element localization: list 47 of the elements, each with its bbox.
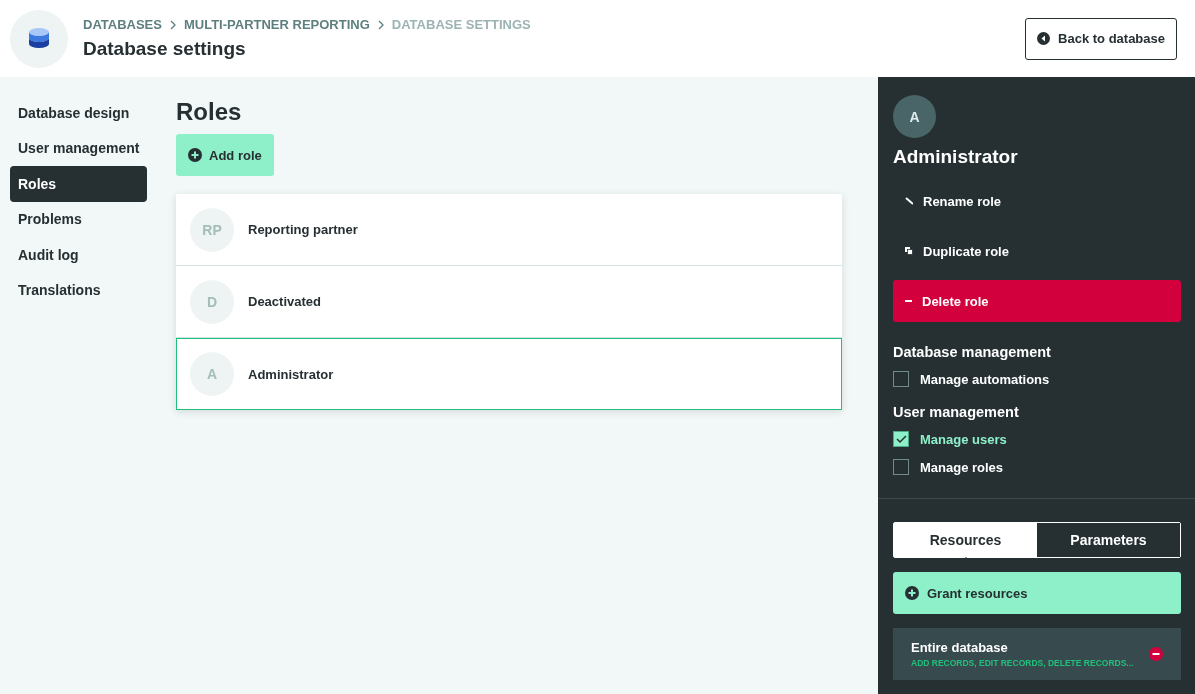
copy-icon xyxy=(905,247,913,255)
role-name: Deactivated xyxy=(248,294,321,309)
checkbox[interactable] xyxy=(893,459,909,475)
role-avatar: RP xyxy=(190,207,234,252)
resource-name: Entire database xyxy=(911,640,1009,655)
nav-item[interactable]: Problems xyxy=(10,201,147,237)
role-avatar: A xyxy=(190,352,234,396)
checkbox[interactable] xyxy=(893,371,909,387)
role-row[interactable]: RP Reporting partner xyxy=(176,194,842,266)
add-role-button[interactable]: Add role xyxy=(176,134,274,176)
checkbox-label: Manage roles xyxy=(920,459,1004,475)
delete-button[interactable]: Delete role xyxy=(893,280,1181,322)
role-row[interactable]: A Administrator xyxy=(176,338,842,410)
grant-resources-button[interactable]: Grant resources xyxy=(893,572,1181,614)
checkbox[interactable] xyxy=(893,431,909,447)
checkbox-label: Manage users xyxy=(920,431,1007,447)
role-name: Administrator xyxy=(248,366,334,382)
nav-item[interactable]: User management xyxy=(10,130,147,166)
minus-icon xyxy=(905,297,912,305)
database-icon xyxy=(29,28,49,49)
role-avatar: D xyxy=(190,279,234,324)
role-title: Administrator xyxy=(893,146,1019,168)
chevron-icon xyxy=(169,19,176,30)
nav-item[interactable]: Audit log xyxy=(10,237,147,273)
checkbox-label: Manage automations xyxy=(920,371,1050,387)
action-button[interactable]: Duplicate role xyxy=(893,230,1181,272)
nav-item[interactable]: Translations xyxy=(10,272,147,308)
plus-icon xyxy=(188,148,202,162)
resource-permissions: ADD RECORDS, EDIT RECORDS, DELETE RECORDS... xyxy=(911,658,1134,668)
pencil-icon xyxy=(905,197,913,205)
nav-item[interactable]: Roles xyxy=(10,166,147,202)
plus-icon xyxy=(905,586,919,600)
back-button[interactable]: Back to database xyxy=(1025,17,1177,60)
chevron-icon xyxy=(377,19,384,30)
section-title: Roles xyxy=(176,98,243,126)
group-heading: User management xyxy=(893,404,1020,420)
action-button[interactable]: Rename role xyxy=(893,180,1181,222)
page-title: Database settings xyxy=(83,38,247,60)
breadcrumb-link[interactable]: DATABASES xyxy=(83,17,162,32)
role-row[interactable]: D Deactivated xyxy=(176,266,842,338)
role-name: Reporting partner xyxy=(248,222,358,237)
group-heading: Database management xyxy=(893,344,1052,360)
check-icon xyxy=(895,434,907,444)
remove-icon xyxy=(1149,647,1163,661)
nav-item[interactable]: Database design xyxy=(10,95,147,131)
role-avatar: A xyxy=(893,95,936,138)
breadcrumb-link[interactable]: MULTI-PARTNER REPORTING xyxy=(183,17,370,32)
